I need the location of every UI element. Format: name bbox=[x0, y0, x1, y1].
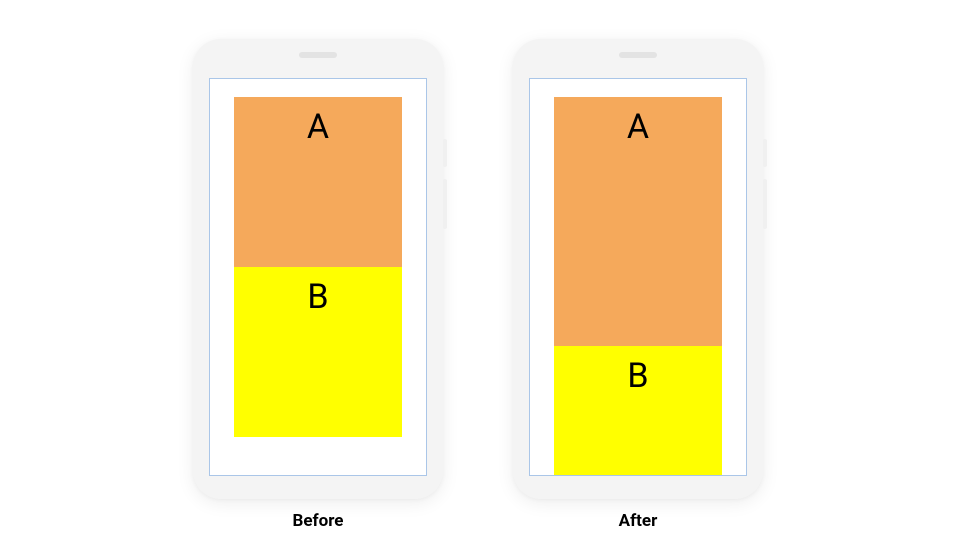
phone-after-wrapper: A B After bbox=[513, 39, 763, 531]
phone-before-wrapper: A B Before bbox=[193, 39, 443, 531]
block-b-label: B bbox=[627, 356, 648, 475]
phone-screen: A B bbox=[209, 78, 427, 476]
caption-after: After bbox=[619, 511, 658, 531]
phone-before: A B bbox=[193, 39, 443, 499]
block-b-label: B bbox=[307, 277, 328, 437]
phone-screen: A B bbox=[529, 78, 747, 476]
caption-before: Before bbox=[293, 511, 344, 531]
content-area-after: A B bbox=[554, 97, 722, 475]
block-b-before: B bbox=[234, 267, 402, 437]
phone-side-button bbox=[763, 139, 767, 167]
diagram-container: A B Before A B bbox=[193, 9, 763, 531]
block-a-label: A bbox=[627, 107, 649, 346]
block-a-after: A bbox=[554, 97, 722, 346]
phone-side-button bbox=[443, 139, 447, 167]
content-area-before: A B bbox=[234, 97, 402, 475]
block-a-before: A bbox=[234, 97, 402, 267]
block-a-label: A bbox=[307, 107, 329, 267]
phone-speaker bbox=[299, 52, 337, 58]
phone-after: A B bbox=[513, 39, 763, 499]
phone-speaker bbox=[619, 52, 657, 58]
phone-side-button bbox=[443, 179, 447, 229]
block-b-after: B bbox=[554, 346, 722, 475]
phone-side-button bbox=[763, 179, 767, 229]
